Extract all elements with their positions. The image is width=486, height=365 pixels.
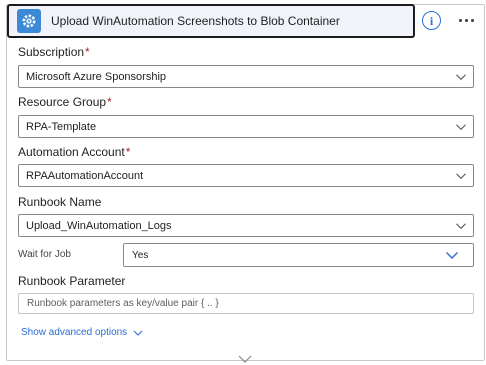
automation-account-value: RPAAutomationAccount <box>26 169 144 182</box>
required-mark: * <box>107 95 112 109</box>
runbook-name-dropdown[interactable]: Upload_WinAutomation_Logs <box>18 214 474 237</box>
wait-for-job-dropdown[interactable]: Yes <box>123 243 474 267</box>
runbook-parameter-input[interactable] <box>27 298 473 309</box>
chevron-down-icon <box>456 223 466 230</box>
subscription-label: Subscription* <box>18 45 90 59</box>
runbook-parameter-label: Runbook Parameter <box>18 274 126 288</box>
subscription-value: Microsoft Azure Sponsorship <box>26 70 167 83</box>
required-mark: * <box>85 45 90 59</box>
wait-for-job-value: Yes <box>132 249 149 261</box>
resource-group-dropdown[interactable]: RPA-Template <box>18 115 474 138</box>
show-advanced-options-link[interactable]: Show advanced options <box>21 327 143 338</box>
automation-account-dropdown[interactable]: RPAAutomationAccount <box>18 164 474 187</box>
runbook-parameter-field[interactable] <box>18 293 474 314</box>
show-advanced-options-label: Show advanced options <box>21 327 128 338</box>
subscription-dropdown[interactable]: Microsoft Azure Sponsorship <box>18 65 474 88</box>
runbook-name-value: Upload_WinAutomation_Logs <box>26 219 172 232</box>
automation-gear-icon <box>17 9 41 33</box>
flow-connector-arrow <box>238 355 252 363</box>
chevron-down-icon <box>456 74 466 81</box>
info-button[interactable]: i <box>422 11 441 30</box>
more-options-button[interactable] <box>456 10 476 30</box>
action-header[interactable]: Upload WinAutomation Screenshots to Blob… <box>7 4 415 38</box>
info-icon: i <box>429 13 434 28</box>
required-mark: * <box>125 145 131 159</box>
action-title: Upload WinAutomation Screenshots to Blob… <box>51 14 340 28</box>
resource-group-label: Resource Group* <box>18 95 112 109</box>
chevron-down-icon <box>446 252 458 259</box>
chevron-down-icon <box>456 124 466 131</box>
ellipsis-icon <box>458 18 462 22</box>
chevron-down-icon <box>133 330 143 336</box>
resource-group-value: RPA-Template <box>26 120 97 133</box>
runbook-name-label: Runbook Name <box>18 195 102 209</box>
wait-for-job-label: Wait for Job <box>18 249 71 260</box>
automation-account-label: Automation Account* <box>18 145 131 159</box>
chevron-down-icon <box>456 173 466 180</box>
